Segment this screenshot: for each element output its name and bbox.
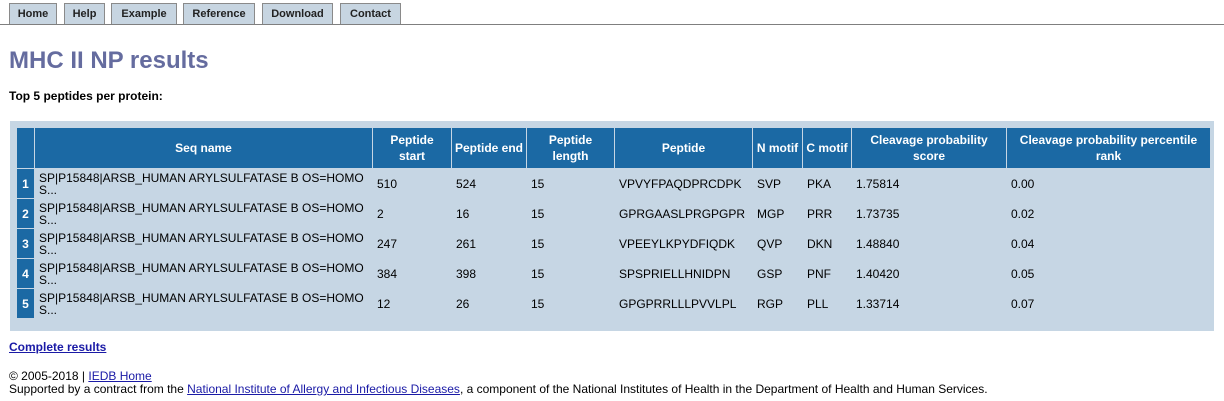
row-number: 5 xyxy=(17,289,34,318)
cell-seq-name: SP|P15848|ARSB_HUMAN ARYLSULFATASE B OS=… xyxy=(35,259,372,288)
table-row: 3 SP|P15848|ARSB_HUMAN ARYLSULFATASE B O… xyxy=(17,229,1210,258)
cell-peptide-length: 15 xyxy=(527,289,614,318)
header-c-motif[interactable]: C motif xyxy=(803,128,851,168)
cell-peptide-start: 12 xyxy=(373,289,451,318)
cell-seq-name: SP|P15848|ARSB_HUMAN ARYLSULFATASE B OS=… xyxy=(35,169,372,198)
header-peptide-end[interactable]: Peptide end xyxy=(452,128,526,168)
niaid-link[interactable]: National Institute of Allergy and Infect… xyxy=(187,382,460,396)
cell-cleavage-score: 1.48840 xyxy=(852,229,1006,258)
results-table-panel: Seq name Peptide start Peptide end Pepti… xyxy=(10,121,1214,331)
table-row: 2 SP|P15848|ARSB_HUMAN ARYLSULFATASE B O… xyxy=(17,199,1210,228)
footer: © 2005-2018 | IEDB Home Supported by a c… xyxy=(9,370,988,396)
cell-peptide: SPSPRIELLHNIDPN xyxy=(615,259,752,288)
header-peptide[interactable]: Peptide xyxy=(615,128,752,168)
cell-cleavage-rank: 0.04 xyxy=(1007,229,1210,258)
cell-peptide-length: 15 xyxy=(527,259,614,288)
row-number: 3 xyxy=(17,229,34,258)
cell-n-motif: RGP xyxy=(753,289,802,318)
table-row: 1 SP|P15848|ARSB_HUMAN ARYLSULFATASE B O… xyxy=(17,169,1210,198)
cell-peptide-start: 384 xyxy=(373,259,451,288)
cell-peptide-length: 15 xyxy=(527,199,614,228)
cell-peptide-end: 261 xyxy=(452,229,526,258)
header-row-number xyxy=(17,128,34,168)
support-prefix-text: Supported by a contract from the xyxy=(9,382,188,396)
table-header-row: Seq name Peptide start Peptide end Pepti… xyxy=(17,128,1210,168)
row-number: 1 xyxy=(17,169,34,198)
cell-n-motif: MGP xyxy=(753,199,802,228)
table-row: 4 SP|P15848|ARSB_HUMAN ARYLSULFATASE B O… xyxy=(17,259,1210,288)
results-table: Seq name Peptide start Peptide end Pepti… xyxy=(16,127,1211,319)
support-suffix-text: , a component of the National Institutes… xyxy=(459,382,988,396)
cell-peptide-end: 524 xyxy=(452,169,526,198)
tab-home[interactable]: Home xyxy=(9,3,57,24)
cell-peptide: VPEEYLKPYDFIQDK xyxy=(615,229,752,258)
cell-n-motif: GSP xyxy=(753,259,802,288)
copyright-text: © 2005-2018 | xyxy=(9,369,89,383)
cell-peptide: GPRGAASLPRGPGPR xyxy=(615,199,752,228)
cell-peptide-length: 15 xyxy=(527,229,614,258)
cell-cleavage-score: 1.40420 xyxy=(852,259,1006,288)
complete-results-link[interactable]: Complete results xyxy=(9,340,106,354)
page-title: MHC II NP results xyxy=(9,47,209,74)
footer-support-line: Supported by a contract from the Nationa… xyxy=(9,383,988,396)
row-number: 4 xyxy=(17,259,34,288)
header-n-motif[interactable]: N motif xyxy=(753,128,802,168)
cell-seq-name: SP|P15848|ARSB_HUMAN ARYLSULFATASE B OS=… xyxy=(35,229,372,258)
cell-c-motif: PLL xyxy=(803,289,851,318)
cell-n-motif: SVP xyxy=(753,169,802,198)
results-subtitle: Top 5 peptides per protein: xyxy=(9,89,163,103)
iedb-home-link[interactable]: IEDB Home xyxy=(88,369,151,383)
row-number: 2 xyxy=(17,199,34,228)
cell-peptide-end: 398 xyxy=(452,259,526,288)
tab-example[interactable]: Example xyxy=(111,3,177,24)
tab-help[interactable]: Help xyxy=(64,3,105,24)
header-cleavage-rank[interactable]: Cleavage probability percentile rank xyxy=(1007,128,1210,168)
cell-peptide-end: 16 xyxy=(452,199,526,228)
cell-seq-name: SP|P15848|ARSB_HUMAN ARYLSULFATASE B OS=… xyxy=(35,199,372,228)
cell-cleavage-rank: 0.07 xyxy=(1007,289,1210,318)
cell-cleavage-score: 1.33714 xyxy=(852,289,1006,318)
cell-cleavage-rank: 0.05 xyxy=(1007,259,1210,288)
cell-peptide-end: 26 xyxy=(452,289,526,318)
cell-seq-name: SP|P15848|ARSB_HUMAN ARYLSULFATASE B OS=… xyxy=(35,289,372,318)
tab-reference[interactable]: Reference xyxy=(183,3,255,24)
top-nav: Home Help Example Reference Download Con… xyxy=(0,0,1224,25)
header-peptide-length[interactable]: Peptide length xyxy=(527,128,614,168)
header-peptide-start[interactable]: Peptide start xyxy=(373,128,451,168)
table-row: 5 SP|P15848|ARSB_HUMAN ARYLSULFATASE B O… xyxy=(17,289,1210,318)
cell-n-motif: QVP xyxy=(753,229,802,258)
cell-c-motif: PRR xyxy=(803,199,851,228)
cell-peptide-start: 510 xyxy=(373,169,451,198)
cell-peptide-start: 2 xyxy=(373,199,451,228)
cell-cleavage-rank: 0.02 xyxy=(1007,199,1210,228)
tab-download[interactable]: Download xyxy=(262,3,333,24)
cell-peptide-start: 247 xyxy=(373,229,451,258)
cell-cleavage-score: 1.75814 xyxy=(852,169,1006,198)
cell-c-motif: PKA xyxy=(803,169,851,198)
header-seq-name[interactable]: Seq name xyxy=(35,128,372,168)
header-cleavage-score[interactable]: Cleavage probability score xyxy=(852,128,1006,168)
cell-cleavage-rank: 0.00 xyxy=(1007,169,1210,198)
cell-c-motif: DKN xyxy=(803,229,851,258)
tab-contact[interactable]: Contact xyxy=(340,3,401,24)
cell-c-motif: PNF xyxy=(803,259,851,288)
cell-cleavage-score: 1.73735 xyxy=(852,199,1006,228)
cell-peptide: VPVYFPAQDPRCDPK xyxy=(615,169,752,198)
cell-peptide-length: 15 xyxy=(527,169,614,198)
cell-peptide: GPGPRRLLLPVVLPL xyxy=(615,289,752,318)
